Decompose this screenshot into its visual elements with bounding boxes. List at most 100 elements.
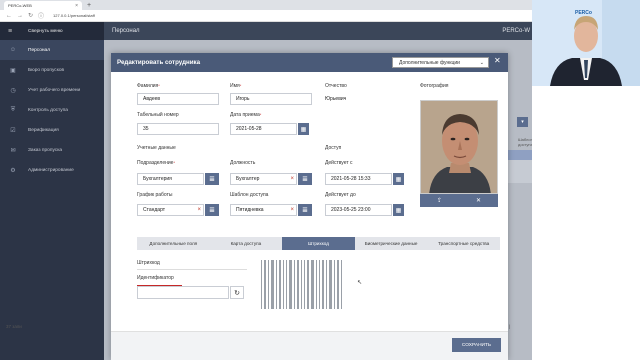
- clock-icon: ◷: [10, 87, 16, 94]
- sidebar-item-admin[interactable]: ⚙ Администрирование: [0, 160, 104, 180]
- position-value: Бухгалтер: [236, 176, 260, 182]
- tab-access-card[interactable]: Карта доступа: [210, 237, 283, 250]
- sidebar-item-label: Бюро пропусков: [28, 67, 65, 73]
- functions-select-value: Дополнительные функции: [399, 59, 460, 66]
- tab-number-field[interactable]: 35: [137, 123, 219, 135]
- sidebar-item-time-tracking[interactable]: ◷ Учет рабочего времени: [0, 80, 104, 100]
- employee-photo: [420, 100, 498, 194]
- position-field[interactable]: Бухгалтер ×: [230, 173, 297, 185]
- clear-icon[interactable]: ×: [290, 207, 294, 213]
- additional-functions-select[interactable]: Дополнительные функции ⌄: [392, 57, 489, 68]
- valid-from-field[interactable]: 2021-05-28 15:33: [325, 173, 392, 185]
- save-button[interactable]: СОХРАНИТЬ: [452, 338, 501, 352]
- people-icon: ☺: [9, 47, 17, 53]
- list-icon[interactable]: ≣: [205, 173, 219, 185]
- sidebar-item-label: Верификация: [28, 127, 59, 133]
- list-icon[interactable]: ≣: [298, 173, 312, 185]
- department-field[interactable]: Бухгалтерия: [137, 173, 204, 185]
- webcam-logo: PERCo: [575, 10, 592, 16]
- hire-date-field[interactable]: 2021-05-28: [230, 123, 297, 135]
- menu-toggle-label: Свернуть меню: [28, 28, 63, 34]
- page-title: Персонал: [112, 28, 140, 34]
- main-header: Персонал PERCo-W: [104, 22, 532, 40]
- webcam-overlay: PERCo: [532, 0, 640, 86]
- tab-barcode[interactable]: Штрихкод: [282, 237, 355, 250]
- table-row[interactable]: [508, 160, 532, 183]
- info-icon: ⓘ: [38, 14, 45, 20]
- brand-label: PERCo-W: [502, 28, 530, 34]
- refresh-icon[interactable]: ↻: [230, 286, 244, 299]
- calendar-icon[interactable]: ▦: [393, 173, 404, 185]
- schedule-field[interactable]: Стандарт ×: [137, 204, 204, 216]
- accounting-section-label: Учетные данные: [137, 145, 176, 151]
- photo-label: Фотография: [420, 83, 449, 89]
- column-header-template[interactable]: Шаблон доступа: [518, 137, 533, 147]
- middle-name-label: Отчество: [325, 83, 347, 89]
- sidebar-item-label: Контроль доступа: [28, 107, 68, 113]
- position-label: Должность: [230, 160, 256, 166]
- url-field[interactable]: 127.0.0.1/personal/staff: [53, 13, 95, 18]
- sidebar-item-staff[interactable]: ☺ Персонал: [0, 40, 104, 60]
- sidebar-item-label: Администрирование: [28, 167, 74, 173]
- valid-to-label: Действует до: [325, 192, 356, 198]
- first-name-label: Имя*: [230, 83, 242, 89]
- dialog-footer: [111, 331, 508, 360]
- access-template-label: Шаблон доступа: [230, 192, 269, 198]
- sidebar-item-pass-order[interactable]: ✉ Заказ пропуска: [0, 140, 104, 160]
- mouse-cursor: ↖: [357, 280, 363, 286]
- close-icon[interactable]: ×: [75, 3, 78, 9]
- sidebar-item-verification[interactable]: ☑ Верификация: [0, 120, 104, 140]
- access-section-label: Доступ: [325, 145, 342, 151]
- dialog-header: Редактировать сотрудника Дополнительные …: [111, 53, 508, 72]
- list-icon[interactable]: ≣: [205, 204, 219, 216]
- employee-tabs: Дополнительные поля Карта доступа Штрихк…: [137, 237, 500, 250]
- last-name-label: Фамилия*: [137, 83, 160, 89]
- photo-toolbar: ⇪ ✕: [420, 194, 498, 207]
- tab-biometrics[interactable]: Биометрические данные: [355, 237, 428, 250]
- middle-name-field[interactable]: Юрьевич: [325, 93, 407, 105]
- chevron-down-icon: ⌄: [479, 59, 484, 66]
- record-count: 37 запи: [6, 324, 22, 329]
- access-template-field[interactable]: Пятидневка ×: [230, 204, 297, 216]
- forward-icon[interactable]: →: [17, 13, 23, 19]
- barcode-image: [261, 260, 342, 309]
- hamburger-icon[interactable]: ≡: [8, 28, 18, 35]
- order-icon: ✉: [10, 147, 16, 154]
- delete-photo-icon[interactable]: ✕: [459, 194, 498, 207]
- last-name-field[interactable]: Авдеев: [137, 93, 219, 105]
- calendar-icon[interactable]: ▦: [298, 123, 309, 135]
- sidebar-item-access-control[interactable]: ⛨ Контроль доступа: [0, 100, 104, 120]
- checklist-icon: ☑: [10, 127, 16, 134]
- new-tab-button[interactable]: +: [87, 2, 91, 9]
- menu-toggle[interactable]: ≡ Свернуть меню: [0, 22, 104, 40]
- list-icon[interactable]: ≣: [298, 204, 312, 216]
- clear-icon[interactable]: ×: [290, 176, 294, 182]
- browser-tab[interactable]: PERCo-WEB ×: [4, 1, 82, 10]
- tab-vehicles[interactable]: Транспортные средства: [427, 237, 500, 250]
- identifier-field[interactable]: [137, 286, 229, 299]
- sidebar-item-label: Персонал: [28, 47, 51, 53]
- badge-icon: ▣: [10, 67, 16, 74]
- valid-to-field[interactable]: 2023-05-25 23:00: [325, 204, 392, 216]
- sidebar-item-label: Учет рабочего времени: [28, 87, 81, 93]
- grid-dropdown-button[interactable]: ▾: [517, 117, 528, 127]
- first-name-field[interactable]: Игорь: [230, 93, 312, 105]
- barcode-section-label: Штрихкод: [137, 260, 160, 266]
- sidebar-item-pass-office[interactable]: ▣ Бюро пропусков: [0, 60, 104, 80]
- hire-date-label: Дата приема*: [230, 112, 262, 118]
- barcode-graphic: [261, 260, 342, 309]
- access-template-value: Пятидневка: [236, 207, 264, 213]
- portrait-image: [421, 101, 497, 193]
- calendar-icon[interactable]: ▦: [393, 204, 404, 216]
- tab-additional-fields[interactable]: Дополнительные поля: [137, 237, 210, 250]
- webcam-backdrop: [532, 86, 640, 360]
- section-divider: [137, 269, 247, 270]
- back-icon[interactable]: ←: [6, 13, 12, 19]
- reload-icon[interactable]: ↻: [28, 12, 33, 19]
- upload-photo-icon[interactable]: ⇪: [420, 194, 459, 207]
- clear-icon[interactable]: ×: [197, 207, 201, 213]
- sidebar-item-label: Заказ пропуска: [28, 147, 63, 153]
- gear-icon: ⚙: [10, 167, 16, 174]
- close-icon[interactable]: ✕: [494, 56, 501, 65]
- edit-employee-dialog: Редактировать сотрудника Дополнительные …: [111, 53, 508, 360]
